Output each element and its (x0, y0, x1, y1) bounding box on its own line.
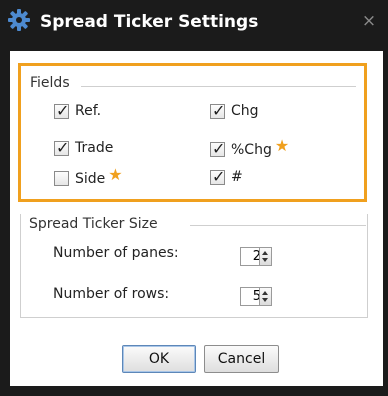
field-option-trade[interactable]: ✓ Trade (54, 137, 114, 157)
side-checkbox-label: Side (75, 170, 106, 187)
panes-row: Number of panes: (53, 245, 179, 261)
check-icon: ✓ (212, 139, 226, 158)
settings-dialog: Spread Ticker Settings × Fields ✓ Ref. ✓… (0, 0, 388, 396)
check-icon: ✓ (56, 100, 70, 120)
field-option-pct-chg[interactable]: ✓ %Chg ★ (210, 136, 289, 159)
dialog-title: Spread Ticker Settings (40, 12, 259, 32)
check-icon: ✓ (212, 166, 226, 186)
trade-checkbox[interactable]: ✓ (54, 137, 70, 157)
chevron-up-icon[interactable] (262, 251, 268, 255)
count-checkbox[interactable]: ✓ (210, 166, 226, 186)
rows-stepper-arrows[interactable] (259, 288, 271, 305)
size-group-label: Spread Ticker Size (29, 216, 164, 232)
check-icon: ✓ (56, 137, 70, 157)
ref-checkbox[interactable]: ✓ (54, 100, 70, 120)
side-checkbox[interactable] (54, 171, 69, 186)
check-icon: ✓ (212, 100, 226, 120)
chevron-down-icon[interactable] (262, 258, 268, 262)
fields-group: Fields ✓ Ref. ✓ Chg ✓ Trade ✓ %Chg ★ Sid… (18, 63, 367, 202)
star-icon: ★ (274, 136, 290, 155)
pct-chg-checkbox-label: %Chg (231, 141, 272, 158)
panes-stepper-arrows[interactable] (259, 248, 271, 265)
chevron-up-icon[interactable] (262, 291, 268, 295)
chg-checkbox[interactable]: ✓ (210, 100, 226, 120)
panes-label: Number of panes: (53, 245, 179, 261)
field-option-ref[interactable]: ✓ Ref. (54, 100, 102, 120)
cancel-button[interactable]: Cancel (204, 345, 279, 373)
rows-stepper[interactable]: 5 (240, 287, 272, 306)
chg-checkbox-label: Chg (231, 103, 259, 119)
ok-button[interactable]: OK (122, 345, 196, 373)
count-checkbox-label: # (231, 169, 243, 185)
fields-group-label: Fields (30, 75, 76, 91)
pct-chg-checkbox[interactable]: ✓ (210, 139, 226, 158)
field-option-side[interactable]: Side ★ (54, 165, 123, 188)
star-icon: ★ (108, 165, 123, 184)
rows-label: Number of rows: (53, 286, 170, 302)
panes-stepper[interactable]: 2 (240, 247, 272, 266)
dialog-titlebar: Spread Ticker Settings × (0, 0, 388, 45)
gear-icon (8, 9, 30, 31)
trade-checkbox-label: Trade (75, 140, 114, 156)
field-option-count[interactable]: ✓ # (210, 166, 243, 186)
close-icon[interactable]: × (360, 12, 378, 30)
rows-row: Number of rows: (53, 286, 169, 302)
size-group-divider (190, 225, 366, 226)
chevron-down-icon[interactable] (262, 298, 268, 302)
fields-group-divider (81, 86, 356, 87)
ref-checkbox-label: Ref. (75, 103, 102, 119)
field-option-chg[interactable]: ✓ Chg (210, 100, 259, 120)
